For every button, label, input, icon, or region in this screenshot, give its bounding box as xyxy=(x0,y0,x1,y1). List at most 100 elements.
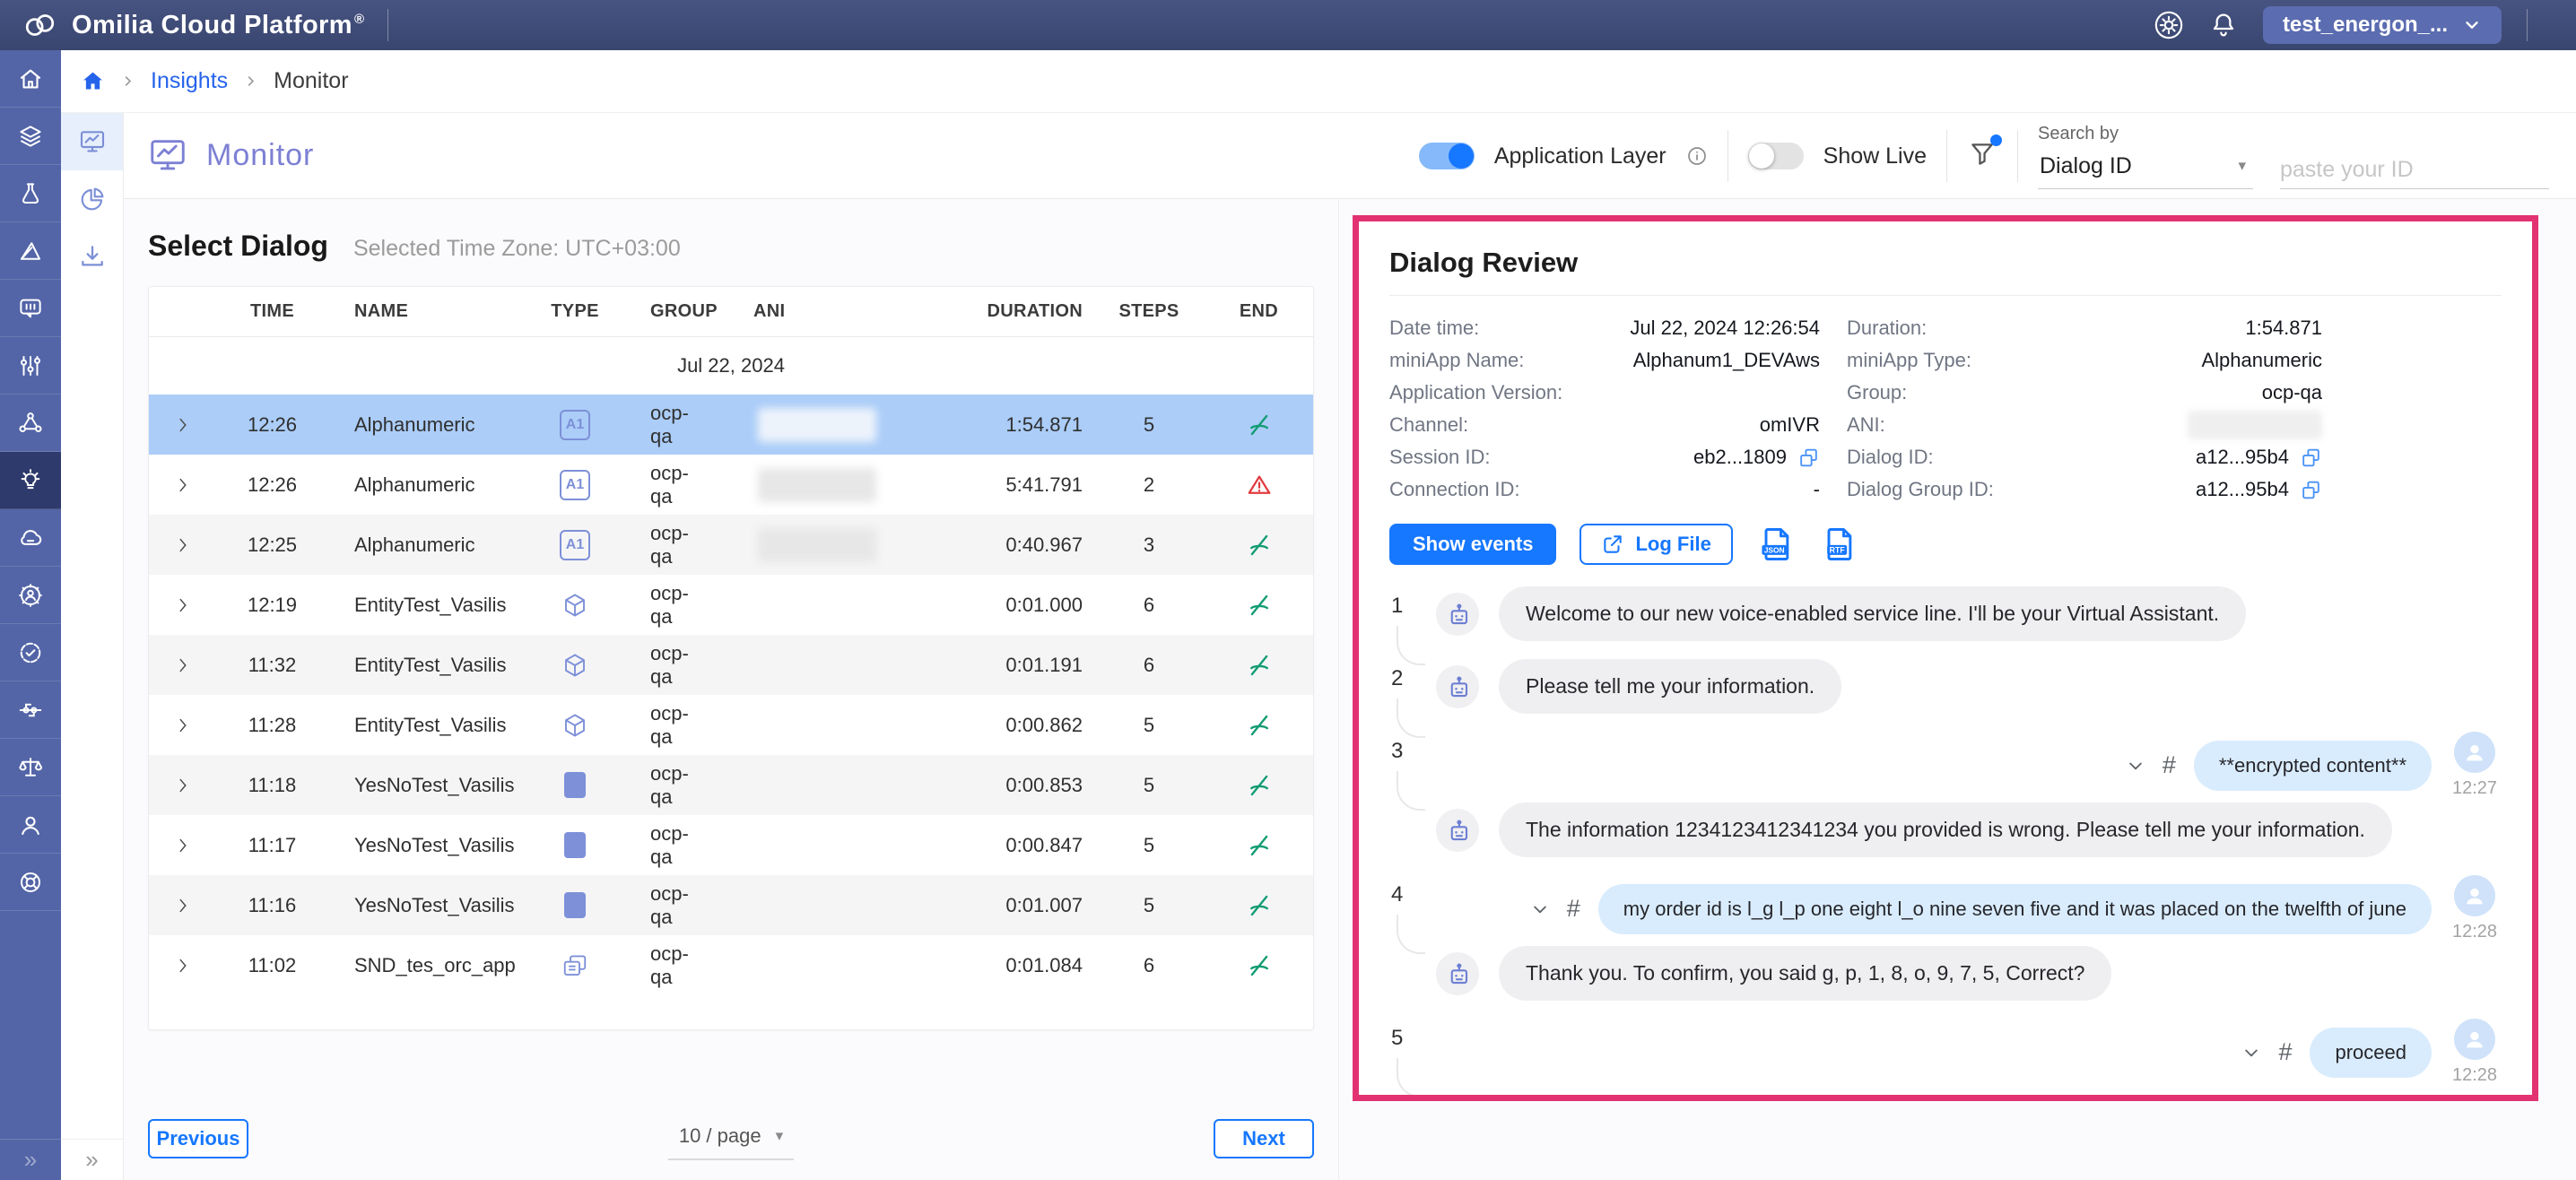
expand-chevron-icon[interactable] xyxy=(173,716,193,735)
sidebar-item-cloud[interactable] xyxy=(0,509,61,567)
cell-steps: 2 xyxy=(1095,473,1203,497)
user-message-bubble: **encrypted content** xyxy=(2194,741,2432,791)
show-events-button[interactable]: Show events xyxy=(1389,524,1556,565)
subnav-collapse-button[interactable]: » xyxy=(61,1139,123,1180)
user-menu-button[interactable]: test_energon_... xyxy=(2263,6,2502,44)
bot-avatar xyxy=(1436,952,1479,995)
pagination: Previous 10 / page ▾ Next xyxy=(148,1119,1314,1160)
user-icon xyxy=(17,811,44,838)
transcript-step: 2 Please tell me your information. xyxy=(1389,659,2502,714)
home-icon[interactable] xyxy=(81,69,105,93)
header-duration: DURATION xyxy=(925,301,1095,322)
dialog-review-fields: Date time:Jul 22, 2024 12:26:54 Duration… xyxy=(1389,312,2502,506)
table-row[interactable]: 12:26 Alphanumeric A1 ocp-qa 5:41.791 2 xyxy=(149,455,1313,515)
expand-chevron-icon[interactable] xyxy=(173,595,193,615)
expand-chevron-icon[interactable] xyxy=(173,956,193,976)
dialogs-table: TIME NAME TYPE GROUP ANI DURATION STEPS … xyxy=(148,286,1314,1030)
subnav-item-export[interactable] xyxy=(61,228,123,285)
table-row[interactable]: 12:19 EntityTest_Vasilis ocp-qa 0:01.000… xyxy=(149,575,1313,635)
sidebar-item-layers[interactable] xyxy=(0,108,61,165)
sidebar-item-admin[interactable] xyxy=(0,567,61,624)
next-page-button[interactable]: Next xyxy=(1214,1119,1314,1158)
cell-duration: 0:00.862 xyxy=(925,714,1095,737)
table-header-row: TIME NAME TYPE GROUP ANI DURATION STEPS … xyxy=(149,287,1313,337)
expand-chevron-icon[interactable] xyxy=(173,896,193,915)
export-json-button[interactable]: JSON xyxy=(1756,525,1796,564)
log-file-button[interactable]: Log File xyxy=(1580,524,1732,565)
download-icon xyxy=(78,242,107,271)
table-row[interactable]: 12:25 Alphanumeric A1 ocp-qa 0:40.967 3 xyxy=(149,515,1313,575)
expand-chevron-icon[interactable] xyxy=(173,475,193,495)
field-value: omIVR xyxy=(1760,413,1820,437)
settings-icon[interactable] xyxy=(2154,10,2184,40)
expand-chevron-icon[interactable] xyxy=(173,776,193,795)
cell-name: EntityTest_Vasilis xyxy=(328,654,544,677)
breadcrumb-insights[interactable]: Insights xyxy=(151,68,228,94)
sidebar-item-graph[interactable] xyxy=(0,395,61,452)
chat-bars-icon xyxy=(17,295,44,322)
robot-icon xyxy=(1444,817,1471,844)
table-row[interactable]: 11:02 SND_tes_orc_app ocp-qa 0:01.084 6 xyxy=(149,935,1313,995)
user-meta: 12:28 xyxy=(2450,875,2500,942)
show-live-toggle[interactable] xyxy=(1748,143,1804,169)
sidebar-item-integrations[interactable] xyxy=(0,681,61,739)
hash-icon[interactable]: # xyxy=(2163,751,2176,779)
select-dialog-panel: Select Dialog Selected Time Zone: UTC+03… xyxy=(124,199,1338,1180)
search-by-select[interactable]: Dialog ID ▾ xyxy=(2038,153,2253,189)
chevron-down-icon[interactable] xyxy=(2242,1044,2260,1062)
chevron-down-icon[interactable] xyxy=(2127,757,2145,775)
field-label: Application Version: xyxy=(1389,381,1562,404)
chevron-down-icon[interactable] xyxy=(1531,900,1549,918)
sidebar-collapse-button[interactable]: » xyxy=(0,1139,61,1180)
filter-button[interactable] xyxy=(1967,139,1997,174)
subnav-item-reports[interactable] xyxy=(61,170,123,228)
breadcrumb-monitor: Monitor xyxy=(274,68,348,94)
table-row[interactable]: 11:17 YesNoTest_Vasilis ocp-qa 0:00.847 … xyxy=(149,815,1313,875)
bot-message-row: Thank you. To confirm, you said g, p, 1,… xyxy=(1436,946,2502,1001)
sidebar-item-orchestrator[interactable] xyxy=(0,165,61,222)
application-layer-toggle[interactable] xyxy=(1419,143,1475,169)
copy-icon xyxy=(1797,447,1820,469)
topbar-right: test_energon_... xyxy=(2154,6,2576,44)
expand-chevron-icon[interactable] xyxy=(173,415,193,435)
table-row[interactable]: 12:26 Alphanumeric A1 ocp-qa 1:54.871 5 xyxy=(149,395,1313,455)
hash-icon[interactable]: # xyxy=(1567,895,1580,923)
table-row[interactable]: 11:16 YesNoTest_Vasilis ocp-qa 0:01.007 … xyxy=(149,875,1313,935)
sidebar-item-controls[interactable] xyxy=(0,337,61,395)
user-message-row: # my order id is l_g l_p one eight l_o n… xyxy=(1436,875,2502,942)
page-header: Monitor Application Layer Show Live Sear… xyxy=(124,113,2576,199)
user-message-row: # proceed 12:28 xyxy=(1436,1019,2502,1086)
export-rtf-button[interactable]: RTF xyxy=(1819,525,1858,564)
sidebar-item-measure[interactable] xyxy=(0,222,61,280)
rtf-file-icon: RTF xyxy=(1819,525,1858,564)
alphanumeric-type-icon: A1 xyxy=(544,530,606,560)
hash-icon[interactable]: # xyxy=(2278,1038,2292,1066)
expand-chevron-icon[interactable] xyxy=(173,836,193,855)
sidebar-item-insights[interactable] xyxy=(0,452,61,509)
search-input[interactable] xyxy=(2280,157,2569,183)
sidebar-item-home[interactable] xyxy=(0,50,61,108)
sidebar-item-support[interactable] xyxy=(0,854,61,911)
copy-dialog-group-id-button[interactable] xyxy=(2300,479,2322,501)
subnav-item-monitor[interactable] xyxy=(61,113,123,170)
sidebar-item-user[interactable] xyxy=(0,796,61,854)
copy-session-id-button[interactable] xyxy=(1797,447,1820,469)
sidebar-item-compliance[interactable] xyxy=(0,739,61,796)
monitor-icon xyxy=(78,127,107,156)
table-row[interactable]: 11:32 EntityTest_Vasilis ocp-qa 0:01.191… xyxy=(149,635,1313,695)
info-icon[interactable] xyxy=(1686,145,1708,167)
filter-active-dot xyxy=(1990,134,2002,146)
cell-ani-redacted xyxy=(709,528,925,562)
expand-chevron-icon[interactable] xyxy=(173,655,193,675)
insights-subnav: » xyxy=(61,113,124,1180)
sidebar-item-dialogs[interactable] xyxy=(0,280,61,337)
expand-chevron-icon[interactable] xyxy=(173,535,193,555)
page-size-select[interactable]: 10 / page ▾ xyxy=(668,1117,794,1160)
bell-icon[interactable] xyxy=(2209,11,2238,39)
sidebar-item-quality[interactable] xyxy=(0,624,61,681)
copy-dialog-id-button[interactable] xyxy=(2300,447,2322,469)
call-error-icon xyxy=(1203,472,1314,499)
table-row[interactable]: 11:18 YesNoTest_Vasilis ocp-qa 0:00.853 … xyxy=(149,755,1313,815)
table-row[interactable]: 11:28 EntityTest_Vasilis ocp-qa 0:00.862… xyxy=(149,695,1313,755)
previous-page-button[interactable]: Previous xyxy=(148,1119,248,1158)
